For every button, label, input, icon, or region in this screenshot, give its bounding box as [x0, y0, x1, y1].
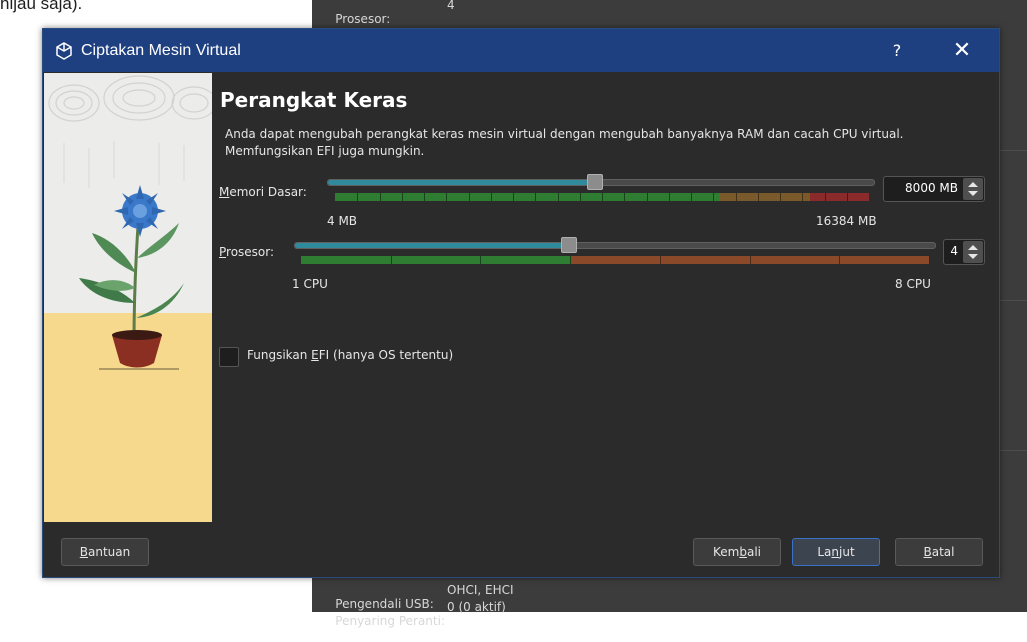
- scale-tick: [357, 193, 359, 201]
- scale-tick: [480, 256, 482, 264]
- wizard-illustration: [44, 73, 212, 522]
- create-vm-dialog: Ciptakan Mesin Virtual ? ✕ Perangkat Ker…: [42, 28, 1000, 578]
- scale-tick: [691, 193, 692, 201]
- scale-tick: [757, 193, 759, 201]
- processor-max-label: 8 CPU: [895, 277, 931, 291]
- scale-tick: [735, 193, 737, 201]
- processor-label: Prosesor:: [219, 245, 275, 259]
- scale-tick: [749, 256, 751, 264]
- scale-segment-green: [301, 256, 572, 264]
- scale-tick: [424, 193, 425, 201]
- scale-tick: [839, 256, 841, 264]
- memory-spinbox[interactable]: 8000 MB: [883, 176, 985, 202]
- memory-slider-fill: [328, 180, 595, 185]
- scale-tick: [401, 193, 403, 201]
- scale-tick: [824, 193, 826, 201]
- processor-slider-fill: [295, 243, 570, 248]
- processor-spin-arrows-icon[interactable]: [963, 241, 983, 263]
- memory-value: 8000 MB: [905, 181, 958, 195]
- scale-tick: [579, 193, 581, 201]
- scale-tick: [846, 193, 848, 201]
- scale-tick: [646, 193, 648, 201]
- processor-min-label: 1 CPU: [292, 277, 328, 291]
- scale-tick: [490, 193, 492, 201]
- host-row-device-filter: Penyaring Peranti: 0 (0 aktif): [335, 600, 506, 628]
- scale-tick: [390, 256, 392, 264]
- dialog-titlebar: Ciptakan Mesin Virtual ? ✕: [43, 29, 999, 72]
- memory-max-label: 16384 MB: [816, 214, 877, 228]
- scale-segment-orange: [719, 193, 811, 201]
- scale-tick: [602, 193, 603, 201]
- virtualbox-cube-icon: [55, 41, 73, 60]
- close-button[interactable]: ✕: [948, 37, 976, 65]
- page-title: Perangkat Keras: [220, 88, 408, 112]
- memory-slider-handle[interactable]: [586, 174, 603, 190]
- processor-spinbox[interactable]: 4: [943, 239, 985, 265]
- memory-spin-arrows-icon[interactable]: [963, 178, 983, 200]
- processor-slider-handle[interactable]: [561, 237, 578, 253]
- memory-min-label: 4 MB: [327, 214, 358, 228]
- processor-value: 4: [950, 244, 958, 258]
- dialog-footer: Bantuan Kembali Lanjut Batal: [43, 523, 999, 577]
- processor-scale-bar: [301, 256, 929, 264]
- efi-label: Fungsikan EFI (hanya OS tertentu): [247, 348, 454, 362]
- scale-tick: [624, 193, 626, 201]
- help-footer-button[interactable]: Bantuan: [61, 538, 149, 566]
- scale-tick: [713, 193, 715, 201]
- back-button[interactable]: Kembali: [693, 538, 781, 566]
- next-button[interactable]: Lanjut: [792, 538, 880, 566]
- scale-tick: [513, 193, 514, 201]
- scale-segment-green: [335, 193, 720, 201]
- scale-segment-red: [810, 193, 869, 201]
- page-description: Anda dapat mengubah perangkat keras mesi…: [225, 127, 904, 158]
- dialog-title: Ciptakan Mesin Virtual: [81, 41, 241, 59]
- scale-tick: [446, 193, 448, 201]
- efi-checkbox[interactable]: [219, 347, 239, 367]
- scale-tick: [570, 256, 572, 264]
- scale-tick: [668, 193, 670, 201]
- scale-tick: [557, 193, 559, 201]
- scale-tick: [468, 193, 470, 201]
- scale-tick: [535, 193, 537, 201]
- scale-tick: [780, 193, 781, 201]
- background-caption: hijau saja).: [0, 0, 83, 13]
- scale-tick: [659, 256, 661, 264]
- scale-tick: [379, 193, 381, 201]
- wizard-content: Perangkat Keras Anda dapat mengubah pera…: [213, 73, 998, 522]
- processor-slider-track[interactable]: [294, 242, 936, 249]
- cancel-button[interactable]: Batal: [895, 538, 983, 566]
- scale-tick: [802, 193, 804, 201]
- help-button[interactable]: ?: [885, 39, 909, 63]
- memory-label: Memori Dasar:: [219, 185, 307, 199]
- memory-scale-bar: [335, 193, 869, 201]
